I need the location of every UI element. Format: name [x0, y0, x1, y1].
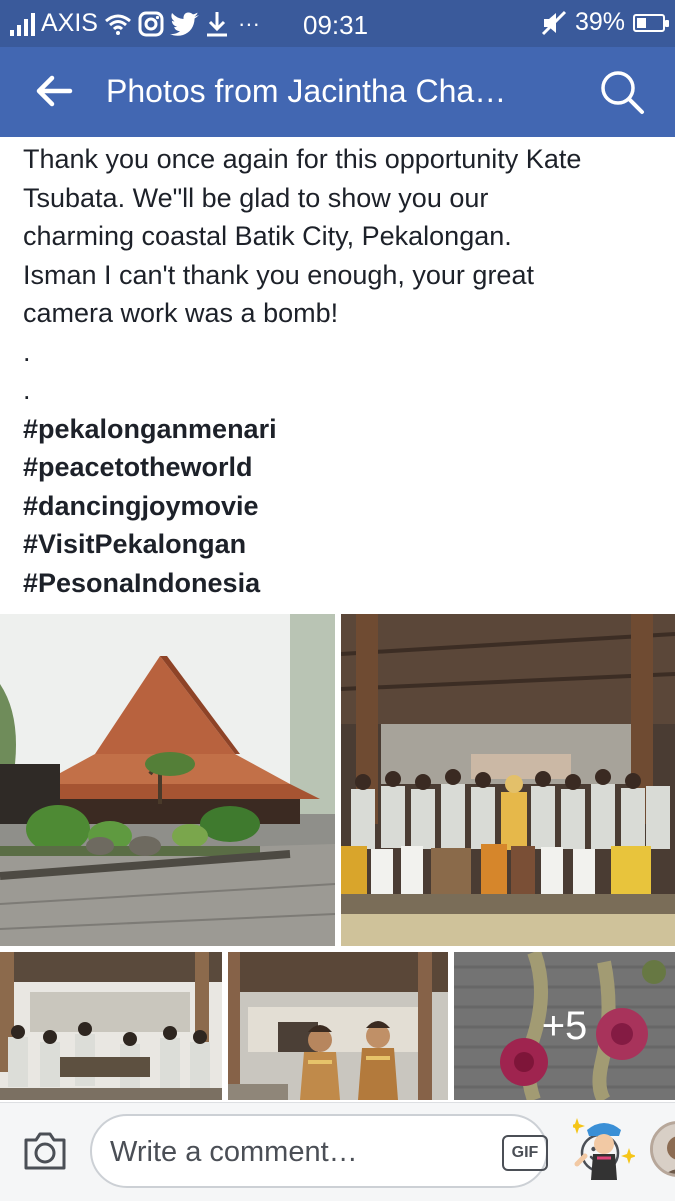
status-time: 09:31: [303, 10, 369, 40]
hashtag-link[interactable]: #peacetotheworld: [23, 448, 663, 487]
hashtag-list: #pekalonganmenari #peacetotheworld #danc…: [23, 410, 663, 603]
page-title: Photos from Jacintha Cha…: [106, 73, 507, 109]
sticker-icon[interactable]: [573, 1114, 635, 1188]
comment-input[interactable]: Write a comment… GIF: [90, 1114, 620, 1188]
comment-bar: Write a comment… GIF: [0, 1102, 675, 1201]
more-photos-overlay[interactable]: +5: [454, 952, 675, 1100]
twitter-icon: [169, 11, 199, 36]
photo-building[interactable]: [0, 614, 335, 946]
post-line: Tsubata. We"ll be glad to show you our: [23, 182, 489, 213]
photo-seated-group[interactable]: [0, 952, 222, 1100]
instagram-icon: [138, 11, 164, 36]
wifi-icon: [105, 14, 131, 35]
dancers-image: [228, 952, 448, 1100]
status-bar: AXIS ··· 09:31 39%: [0, 0, 675, 47]
avatar-image: [653, 1124, 675, 1174]
building-image: [0, 614, 335, 946]
status-left: AXIS ···: [10, 9, 260, 38]
avatar[interactable]: [650, 1121, 675, 1177]
search-icon[interactable]: [599, 69, 645, 115]
post-line: camera work was a bomb!: [23, 298, 339, 328]
post-dot: .: [23, 375, 31, 405]
post-line: charming coastal Batik City, Pekalongan.: [23, 221, 512, 251]
photo-group[interactable]: [341, 614, 675, 946]
hashtag-link[interactable]: #VisitPekalongan: [23, 525, 663, 564]
battery-percent: 39%: [574, 8, 625, 36]
camera-icon[interactable]: [22, 1130, 68, 1172]
hashtag-link[interactable]: #pekalonganmenari: [23, 410, 663, 449]
gif-button[interactable]: GIF: [502, 1135, 548, 1171]
comment-placeholder: Write a comment…: [110, 1136, 358, 1168]
photo-dancers[interactable]: [228, 952, 448, 1100]
mute-icon: [541, 10, 567, 35]
post-line: Thank you once again for this opportunit…: [23, 144, 582, 174]
more-photos-count: +5: [541, 1003, 588, 1048]
download-icon: [206, 11, 227, 36]
hashtag-link[interactable]: #PesonaIndonesia: [23, 564, 663, 603]
carrier-label: AXIS: [41, 9, 98, 37]
battery-icon: [633, 13, 669, 32]
group-image: [341, 614, 675, 946]
seated-group-image: [0, 952, 222, 1100]
hashtag-link[interactable]: #dancingjoymovie: [23, 487, 663, 526]
post-line: Isman I can't thank you enough, your gre…: [23, 259, 534, 290]
app-bar: Photos from Jacintha Cha…: [0, 47, 675, 137]
post-body: Thank you once again for this opportunit…: [23, 140, 663, 602]
status-right: 39%: [541, 8, 669, 37]
more-dots-icon: ···: [237, 10, 260, 36]
photo-flowers-more[interactable]: +5: [454, 952, 675, 1100]
post-dot: .: [23, 336, 31, 367]
back-arrow-icon[interactable]: [34, 71, 74, 111]
signal-icon: [10, 12, 35, 36]
